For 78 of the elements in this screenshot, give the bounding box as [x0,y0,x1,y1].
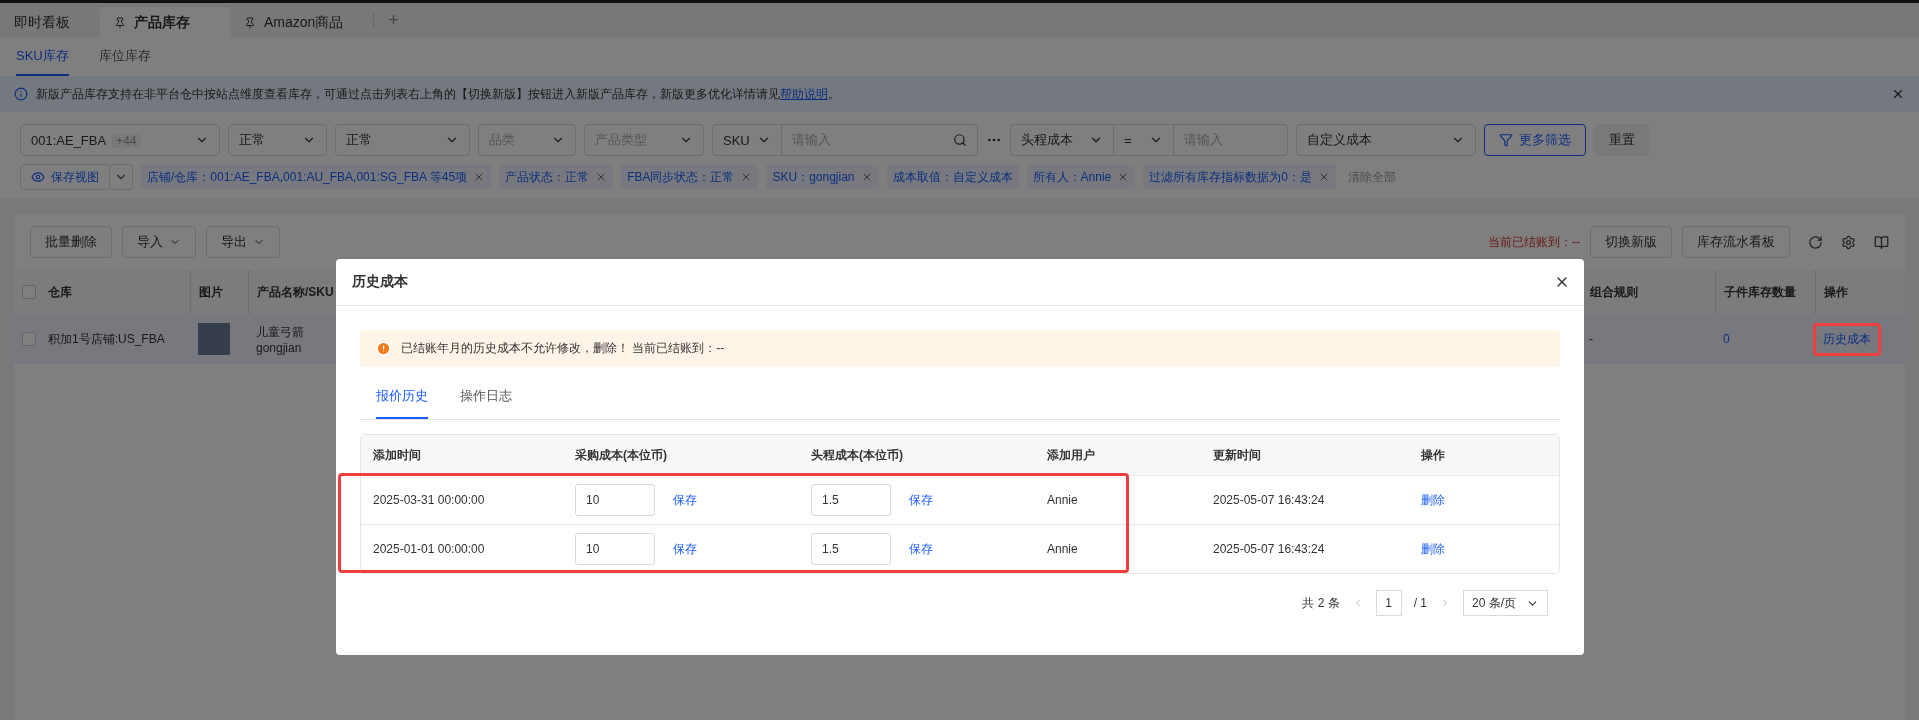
table-cell: - [1581,314,1715,364]
table-cell: 2025-01-01 00:00:00 [373,542,485,556]
dialog-title: 历史成本 [352,273,408,291]
stock-link[interactable]: 0 [1723,332,1730,346]
table-cell: 积加1号店铺:US_FBA [40,314,190,364]
save-view-button[interactable]: 保存视图 [20,164,110,190]
column-header: 操作 [1815,270,1905,314]
toolbar-button[interactable]: 批量删除 [30,226,112,258]
filter-select[interactable]: 正常 [228,124,327,156]
photo-placeholder [198,323,230,355]
column-header: 添加用户 [1035,435,1201,475]
table-cell: 2025-05-07 16:43:24 [1213,493,1325,507]
book-icon[interactable] [1874,234,1889,250]
delete-link[interactable]: 删除 [1421,491,1445,509]
cost-input[interactable]: 10 [575,484,655,516]
save-link[interactable]: 保存 [673,540,697,558]
help-link[interactable]: 帮助说明 [780,86,828,101]
page-tab[interactable]: 产品库存 [100,7,230,38]
column-header: 子件库存数量 [1715,270,1815,314]
column-header: 添加时间 [361,435,563,475]
dropdown-button[interactable] [109,164,133,190]
filter-icon [1499,133,1513,147]
notice-text: 新版产品库存支持在非平台仓中按站点维度查看库存，可通过点击列表右上角的【切换新版】按钮进入新版产品库存，新版更多优化详情请见帮助说明。 [36,85,841,103]
product-name: 儿童弓箭 [256,323,304,341]
toolbar-button[interactable]: 导出 [206,226,280,258]
column-header: 组合规则 [1581,270,1715,314]
history-cost-link[interactable]: 历史成本 [1823,330,1871,348]
page-input[interactable]: 1 [1375,590,1402,616]
product-sku: gongjian [256,340,302,355]
filter-chip[interactable]: 成本取值：自定义成本 [886,165,1019,189]
info-icon [14,87,28,101]
table-cell: 2025-05-07 16:43:24 [1213,542,1325,556]
column-header: 更新时间 [1201,435,1409,475]
column-header: 头程成本(本位币) [799,435,1035,475]
filter-chip[interactable]: 过滤所有库存指标数据为0：是 [1143,165,1336,189]
cost-input[interactable]: 1.5 [811,533,891,565]
sub-tab[interactable]: 库位库存 [98,38,151,76]
closing-status: 当前已结账到：-- [1488,233,1580,251]
alert-text: 已结账年月的历史成本不允许修改，删除！ 当前已结账到：-- [401,340,725,357]
table-cell: Annie [1047,542,1078,556]
page-total: / 1 [1413,596,1427,610]
filter-chip[interactable]: SKU：gongjian [766,165,879,189]
total-count: 共 2 条 [1302,594,1340,612]
eye-icon [31,170,45,184]
filter-chip[interactable]: 产品状态：正常 [499,165,614,189]
table-cell: 2025-03-31 00:00:00 [373,493,485,507]
toolbar-button[interactable]: 切换新版 [1590,226,1672,258]
checkbox[interactable] [22,285,36,299]
toolbar-button[interactable]: 导入 [122,226,196,258]
more-filters-button[interactable]: 更多筛选 [1484,124,1586,156]
table-cell: Annie [1047,493,1078,507]
warning-icon [376,341,391,356]
toolbar-button[interactable]: 库存流水看板 [1682,226,1790,258]
column-header: 采购成本(本位币) [563,435,799,475]
save-link[interactable]: 保存 [909,540,933,558]
filter-chip[interactable]: 店铺/仓库：001:AE_FBA,001:AU_FBA,001:SG_FBA 等45项 [141,165,492,189]
page-size-select[interactable]: 20 条/页 [1463,590,1548,616]
save-link[interactable]: 保存 [673,491,697,509]
dialog-tab[interactable]: 报价历史 [376,387,428,419]
refresh-icon[interactable] [1808,234,1823,250]
column-header: 图片 [190,270,248,314]
filter-select[interactable]: 正常 [335,124,470,156]
filter-chip[interactable]: 所有人：Annie [1026,165,1136,189]
column-header: 仓库 [40,270,190,314]
search-icon [953,133,967,147]
dialog-tab[interactable]: 操作日志 [460,387,512,419]
delete-link[interactable]: 删除 [1421,540,1445,558]
cost-input[interactable]: 1.5 [811,484,891,516]
page-tab[interactable]: Amazon商品 [230,7,374,38]
filter-chip[interactable]: FBA同步状态：正常 [621,165,759,189]
column-header: 操作 [1409,435,1559,475]
checkbox[interactable] [22,332,36,346]
filter-select[interactable]: 自定义成本 [1296,124,1476,156]
reset-button[interactable]: 重置 [1594,124,1650,156]
save-link[interactable]: 保存 [909,491,933,509]
page-tab[interactable]: 即时看板 [0,7,100,38]
settings-icon[interactable] [1841,234,1856,250]
cost-input[interactable]: 10 [575,533,655,565]
